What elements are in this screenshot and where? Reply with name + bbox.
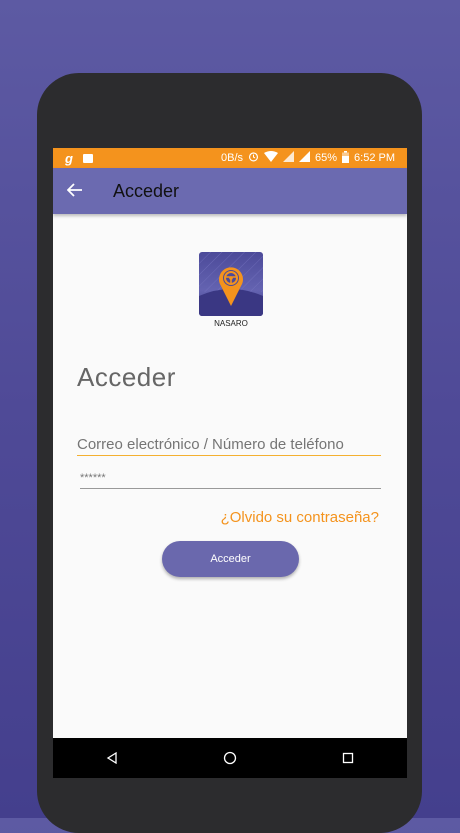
data-rate: 0B/s <box>220 152 243 164</box>
email-phone-input[interactable] <box>77 433 381 456</box>
page-heading: Acceder <box>77 362 176 392</box>
signal-icon <box>283 151 294 165</box>
nav-recents-icon[interactable] <box>328 738 368 778</box>
login-button[interactable]: Acceder <box>162 541 299 577</box>
forgot-password-link[interactable]: ¿Olvido su contraseña? <box>221 509 379 526</box>
app-notification-icon: g <box>65 150 73 166</box>
battery-percent: 65% <box>315 152 338 164</box>
password-input[interactable] <box>80 468 381 489</box>
system-nav-bar <box>53 738 407 778</box>
app-toolbar: Acceder <box>53 168 407 214</box>
image-notification-icon <box>82 153 93 163</box>
status-bar: g 0B/s 65% 6:52 PM <box>53 148 407 168</box>
alarm-icon <box>248 151 259 165</box>
logo-name: NASARO <box>214 319 248 328</box>
nav-back-icon[interactable] <box>92 738 132 778</box>
signal-icon-2 <box>299 151 310 165</box>
back-arrow-icon[interactable] <box>53 181 97 202</box>
app-screen: g 0B/s 65% 6:52 PM Acceder NASARO Accede… <box>53 148 407 778</box>
nav-home-icon[interactable] <box>210 738 250 778</box>
nasaro-logo-icon <box>199 252 263 316</box>
wifi-icon <box>264 151 278 165</box>
app-logo: NASARO <box>199 252 263 328</box>
battery-icon <box>342 150 350 166</box>
clock-time: 6:52 PM <box>354 152 395 164</box>
toolbar-title: Acceder <box>113 180 180 201</box>
